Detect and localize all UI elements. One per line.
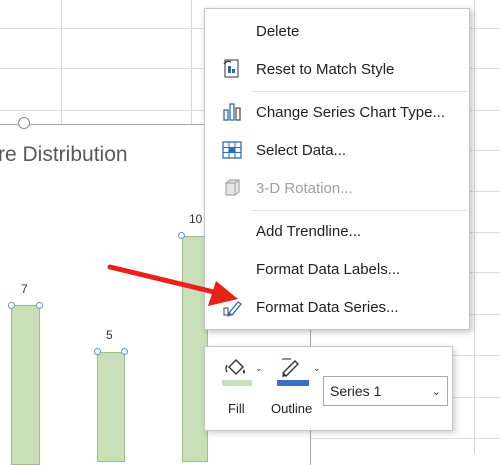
series-dropdown-value: Series 1 (330, 383, 382, 399)
fill-button[interactable]: ⌄ Fill (219, 355, 263, 423)
fill-color-swatch (222, 380, 252, 386)
outline-button[interactable]: ⌄ Outline (269, 355, 321, 423)
chevron-down-icon[interactable]: ⌄ (313, 363, 321, 374)
outline-color-swatch (277, 380, 309, 386)
series-dropdown[interactable]: Series 1 ⌄ (323, 376, 448, 406)
fill-label: Fill (228, 401, 245, 416)
chevron-down-icon: ⌄ (431, 386, 441, 398)
outline-label: Outline (271, 401, 313, 416)
mini-toolbar: ⌄ Fill ⌄ Outline Series 1 ⌄ (204, 346, 453, 431)
chevron-down-icon[interactable]: ⌄ (255, 363, 263, 374)
